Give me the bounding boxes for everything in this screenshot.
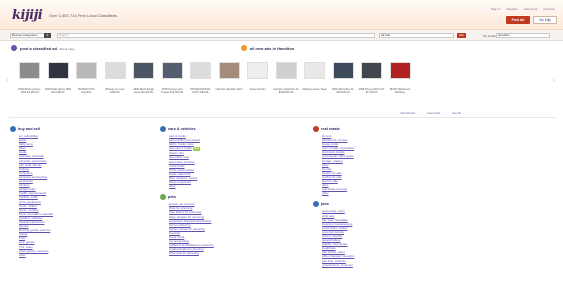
carousel-caption[interactable]: Ultimate Hamilton Roof	[216, 88, 243, 91]
register-link[interactable]: Register	[506, 7, 517, 11]
carousel-thumbnail[interactable]	[133, 62, 154, 79]
jobs-title: jobs	[321, 202, 329, 207]
plus-circle-icon	[11, 45, 17, 51]
carousel-thumbnail[interactable]	[47, 62, 69, 79]
site-tagline: Over 1,657,714 Free Local Classifieds	[49, 13, 118, 18]
shopping-bag-icon	[10, 126, 16, 132]
carousel-prev-icon[interactable]: ‹	[6, 78, 8, 84]
new-ads-title: all new ads in Hamilton	[250, 46, 295, 51]
see-all-link[interactable]: See All	[452, 111, 461, 115]
pets-title: pets	[168, 195, 176, 200]
category-select[interactable]: Browse Categories	[10, 33, 45, 38]
carousel-thumbnail[interactable]	[161, 62, 183, 79]
category-link[interactable]: other	[19, 253, 140, 257]
post-classified-sub: - fast & easy	[56, 47, 75, 51]
ads-filter-select[interactable]: All Ads	[379, 33, 454, 38]
house-icon	[313, 126, 319, 132]
category-link[interactable]: other	[169, 184, 290, 188]
cars-vehicles-column: cars & vehicles cars & trucks cars certif…	[160, 126, 290, 255]
carousel-caption[interactable]: Grimsby waterfront lot $199,900.00	[273, 88, 300, 94]
help-desk-link[interactable]: Help Desk	[524, 7, 538, 11]
jobs-section: jobs accounting, mgmt child care bar, food…	[313, 201, 443, 267]
pets-links: animal, pet services birds for rehoming ca…	[160, 202, 290, 255]
pets-heading[interactable]: pets	[160, 194, 290, 201]
paw-icon	[160, 194, 166, 201]
real-estate-heading[interactable]: real estate	[313, 126, 443, 132]
briefcase-icon	[313, 201, 319, 208]
chevron-down-icon[interactable]: ▾	[44, 33, 51, 38]
kijiji-logo[interactable]: kijiji	[12, 8, 43, 23]
latest-ads-link[interactable]: Latest Ads	[427, 111, 440, 115]
carousel-caption[interactable]: Skating Lesson Team	[301, 88, 328, 91]
carousel-thumbnail[interactable]	[218, 62, 240, 79]
francais-link[interactable]: Français	[543, 7, 555, 11]
category-link[interactable]: other	[322, 191, 443, 195]
carousel-caption[interactable]: 2009 Nikki Sierra 1500 $14,500.00	[45, 88, 72, 94]
carousel-thumbnail[interactable]	[19, 62, 40, 79]
jobs-links: accounting, mgmt child care bar, food, hos…	[313, 209, 443, 266]
search-input[interactable]: Search	[57, 33, 375, 38]
carousel-caption[interactable]: 2002 Mercedes-SL $18,500.00	[330, 88, 357, 94]
carousel-caption[interactable]: 1992 Buick Regal series $3,300.00	[130, 88, 157, 94]
carousel-thumbnail[interactable]	[76, 62, 97, 79]
post-classified-link[interactable]: post a classified ad - fast & easy	[20, 46, 74, 51]
sign-in-link[interactable]: Sign In	[491, 7, 500, 11]
view-all-ads-link[interactable]: View All Ads	[400, 111, 415, 115]
carousel-thumbnail[interactable]	[275, 62, 297, 79]
post-classified-title: post a classified ad	[20, 46, 57, 51]
buy-sell-links: art, collectibles audio baby items bikes boo…	[10, 134, 140, 257]
real-estate-title: real estate	[321, 127, 340, 131]
carousel-caption[interactable]: 1978 Toyota Land Cruiser $12,500.00	[159, 88, 186, 94]
carousel-thumbnail[interactable]	[332, 62, 354, 79]
carousel-thumbnail[interactable]	[389, 62, 411, 79]
real-estate-column: real estate for rent apartments, condos ho…	[313, 126, 443, 267]
new-ads-icon	[241, 45, 247, 51]
carousel-caption[interactable]: 2008 Prius Hybrid XLT $7,700.00	[358, 88, 385, 94]
real-estate-links: for rent apartments, condos house rental ro…	[313, 134, 443, 195]
carousel-caption[interactable]: BONSAI KITS: Hamilton	[73, 88, 100, 94]
carousel-next-icon[interactable]: ›	[553, 78, 555, 84]
section-divider	[9, 117, 556, 118]
carousel-thumbnail[interactable]	[361, 62, 382, 79]
carousel-thumbnail[interactable]	[247, 62, 268, 79]
my-kijiji-button[interactable]: My Kijiji	[533, 16, 557, 24]
carousel-caption[interactable]: Wheels you love: $400.00	[102, 88, 129, 94]
top-links: Sign In Register Help Desk Français	[491, 7, 555, 11]
carousel-caption[interactable]: BOSS Mattress & Bedding	[387, 88, 414, 94]
go-button[interactable]: Go	[457, 33, 466, 38]
carousel-caption[interactable]: 2000 Buick century: 1000 $1,450.00	[16, 88, 43, 94]
post-ad-button[interactable]: Post Ad	[506, 16, 530, 24]
cars-vehicles-title: cars & vehicles	[168, 127, 196, 131]
category-link[interactable]: programmers, computer	[322, 263, 443, 267]
car-icon	[160, 126, 166, 132]
buy-sell-title: buy and sell	[18, 127, 40, 131]
cars-vehicles-heading[interactable]: cars & vehicles	[160, 126, 290, 132]
new-badge: NEW	[192, 147, 200, 152]
buy-sell-heading[interactable]: buy and sell	[10, 126, 140, 132]
carousel-caption[interactable]: Supermember	[244, 88, 271, 91]
category-link[interactable]: other pets for rehoming	[169, 251, 290, 255]
carousel-thumbnail[interactable]	[304, 62, 325, 79]
carousel-thumbnail[interactable]	[104, 62, 126, 79]
location-select[interactable]: Hamilton	[496, 33, 550, 38]
jobs-heading[interactable]: jobs	[313, 201, 443, 208]
site-header: kijiji Over 1,657,714 Free Local Classif…	[0, 0, 563, 30]
buy-sell-column: buy and sell art, collectibles audio baby …	[10, 126, 140, 257]
cars-vehicles-links: cars & trucks cars certified pre-owned SUV…	[160, 134, 290, 188]
carousel-caption[interactable]: PROFESSIONAL AUTO DETAIL	[187, 88, 214, 94]
pets-section: pets animal, pet services birds for rehom…	[160, 194, 290, 255]
carousel-thumbnail[interactable]	[190, 62, 211, 79]
